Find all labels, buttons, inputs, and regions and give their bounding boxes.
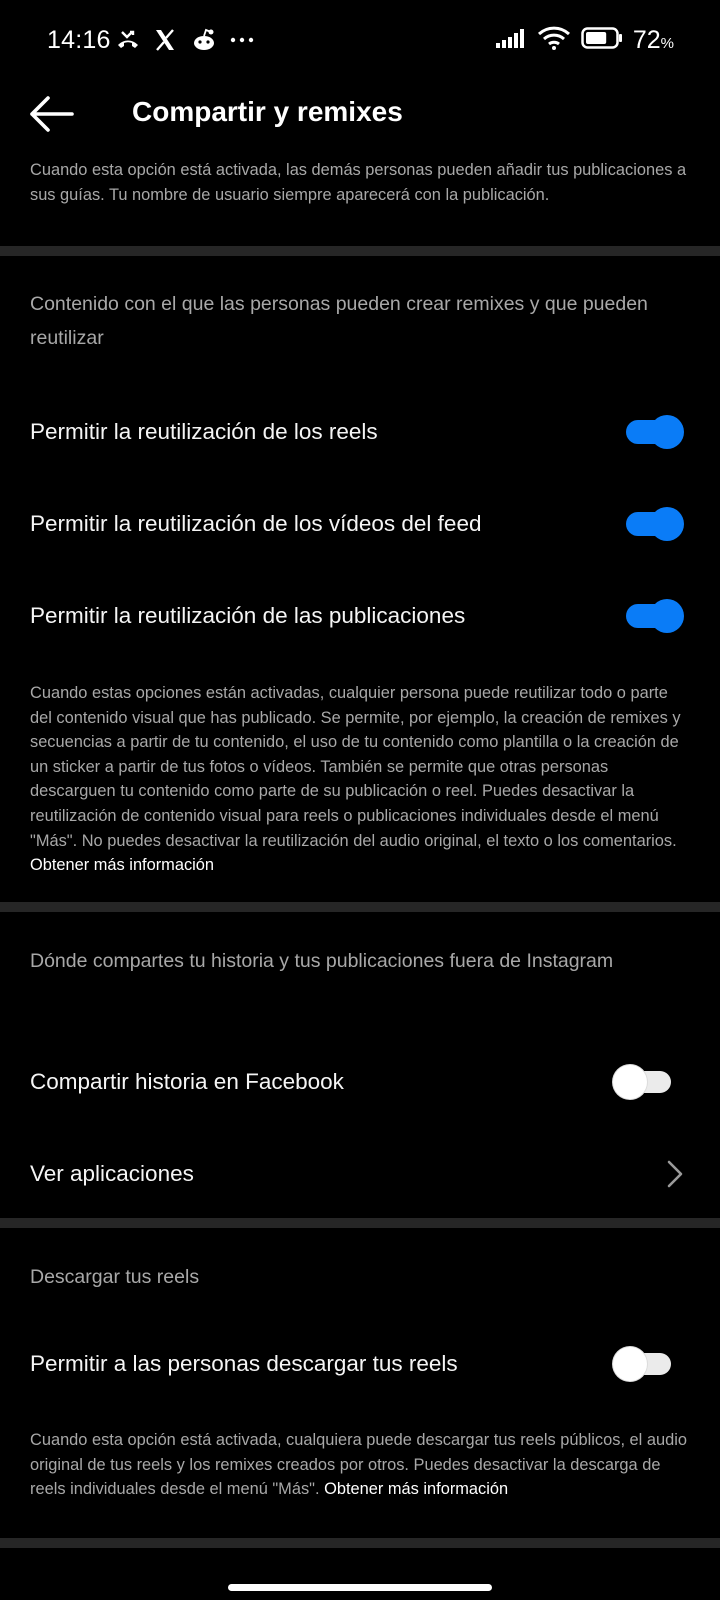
back-button[interactable]	[28, 94, 74, 134]
allow-download-reels-toggle[interactable]	[613, 1347, 671, 1381]
remix-note: Cuando estas opciones están activadas, c…	[30, 684, 681, 875]
page-title: Compartir y remixes	[132, 96, 403, 127]
download-note: Cuando esta opción está activada, cualqu…	[30, 1431, 687, 1499]
reuse-feed-videos-row[interactable]: Permitir la reutilización de los vídeos …	[0, 484, 720, 564]
x-logo-icon	[153, 28, 177, 52]
reuse-reels-toggle[interactable]	[626, 415, 684, 449]
chevron-right-icon	[667, 1160, 683, 1188]
view-apps-label: Ver aplicaciones	[30, 1161, 194, 1186]
remix-section-heading: Contenido con el que las personas pueden…	[30, 293, 648, 349]
notification-icons	[115, 28, 254, 52]
reuse-reels-row[interactable]: Permitir la reutilización de los reels	[0, 392, 720, 472]
battery-percent: 72%	[632, 26, 674, 54]
status-bar: 14:16 72%	[0, 0, 720, 80]
battery-icon	[581, 26, 623, 55]
learn-more-link[interactable]: Obtener más información	[324, 1480, 508, 1498]
view-apps-row[interactable]: Ver aplicaciones	[0, 1134, 720, 1214]
home-indicator[interactable]	[228, 1584, 492, 1591]
app-bar: Compartir y remixes	[0, 80, 720, 146]
learn-more-link[interactable]: Obtener más información	[30, 856, 214, 874]
section-divider	[0, 1218, 720, 1228]
top-note: Cuando esta opción está activada, las de…	[30, 161, 687, 204]
allow-download-reels-label: Permitir a las personas descargar tus re…	[30, 1351, 458, 1376]
share-story-facebook-row[interactable]: Compartir historia en Facebook	[0, 1042, 720, 1122]
wifi-icon	[537, 26, 571, 55]
reuse-feed-videos-label: Permitir la reutilización de los vídeos …	[30, 511, 482, 536]
reuse-reels-label: Permitir la reutilización de los reels	[30, 419, 378, 444]
section-divider	[0, 1538, 720, 1548]
share-story-facebook-toggle[interactable]	[613, 1065, 671, 1099]
signal-icon	[495, 27, 527, 54]
status-time: 14:16	[47, 26, 111, 54]
share-story-facebook-label: Compartir historia en Facebook	[30, 1069, 344, 1094]
allow-download-reels-row[interactable]: Permitir a las personas descargar tus re…	[0, 1324, 720, 1404]
reddit-icon	[191, 28, 215, 52]
missed-call-icon	[115, 28, 139, 52]
back-arrow-icon	[30, 96, 74, 132]
section-divider	[0, 902, 720, 912]
section-divider	[0, 246, 720, 256]
reuse-posts-row[interactable]: Permitir la reutilización de las publica…	[0, 576, 720, 656]
reuse-posts-label: Permitir la reutilización de las publica…	[30, 603, 466, 628]
share-section-heading: Dónde compartes tu historia y tus public…	[30, 950, 614, 972]
reuse-posts-toggle[interactable]	[626, 599, 684, 633]
download-section-heading: Descargar tus reels	[30, 1266, 200, 1288]
reuse-feed-videos-toggle[interactable]	[626, 507, 684, 541]
more-dots-icon	[229, 28, 254, 52]
